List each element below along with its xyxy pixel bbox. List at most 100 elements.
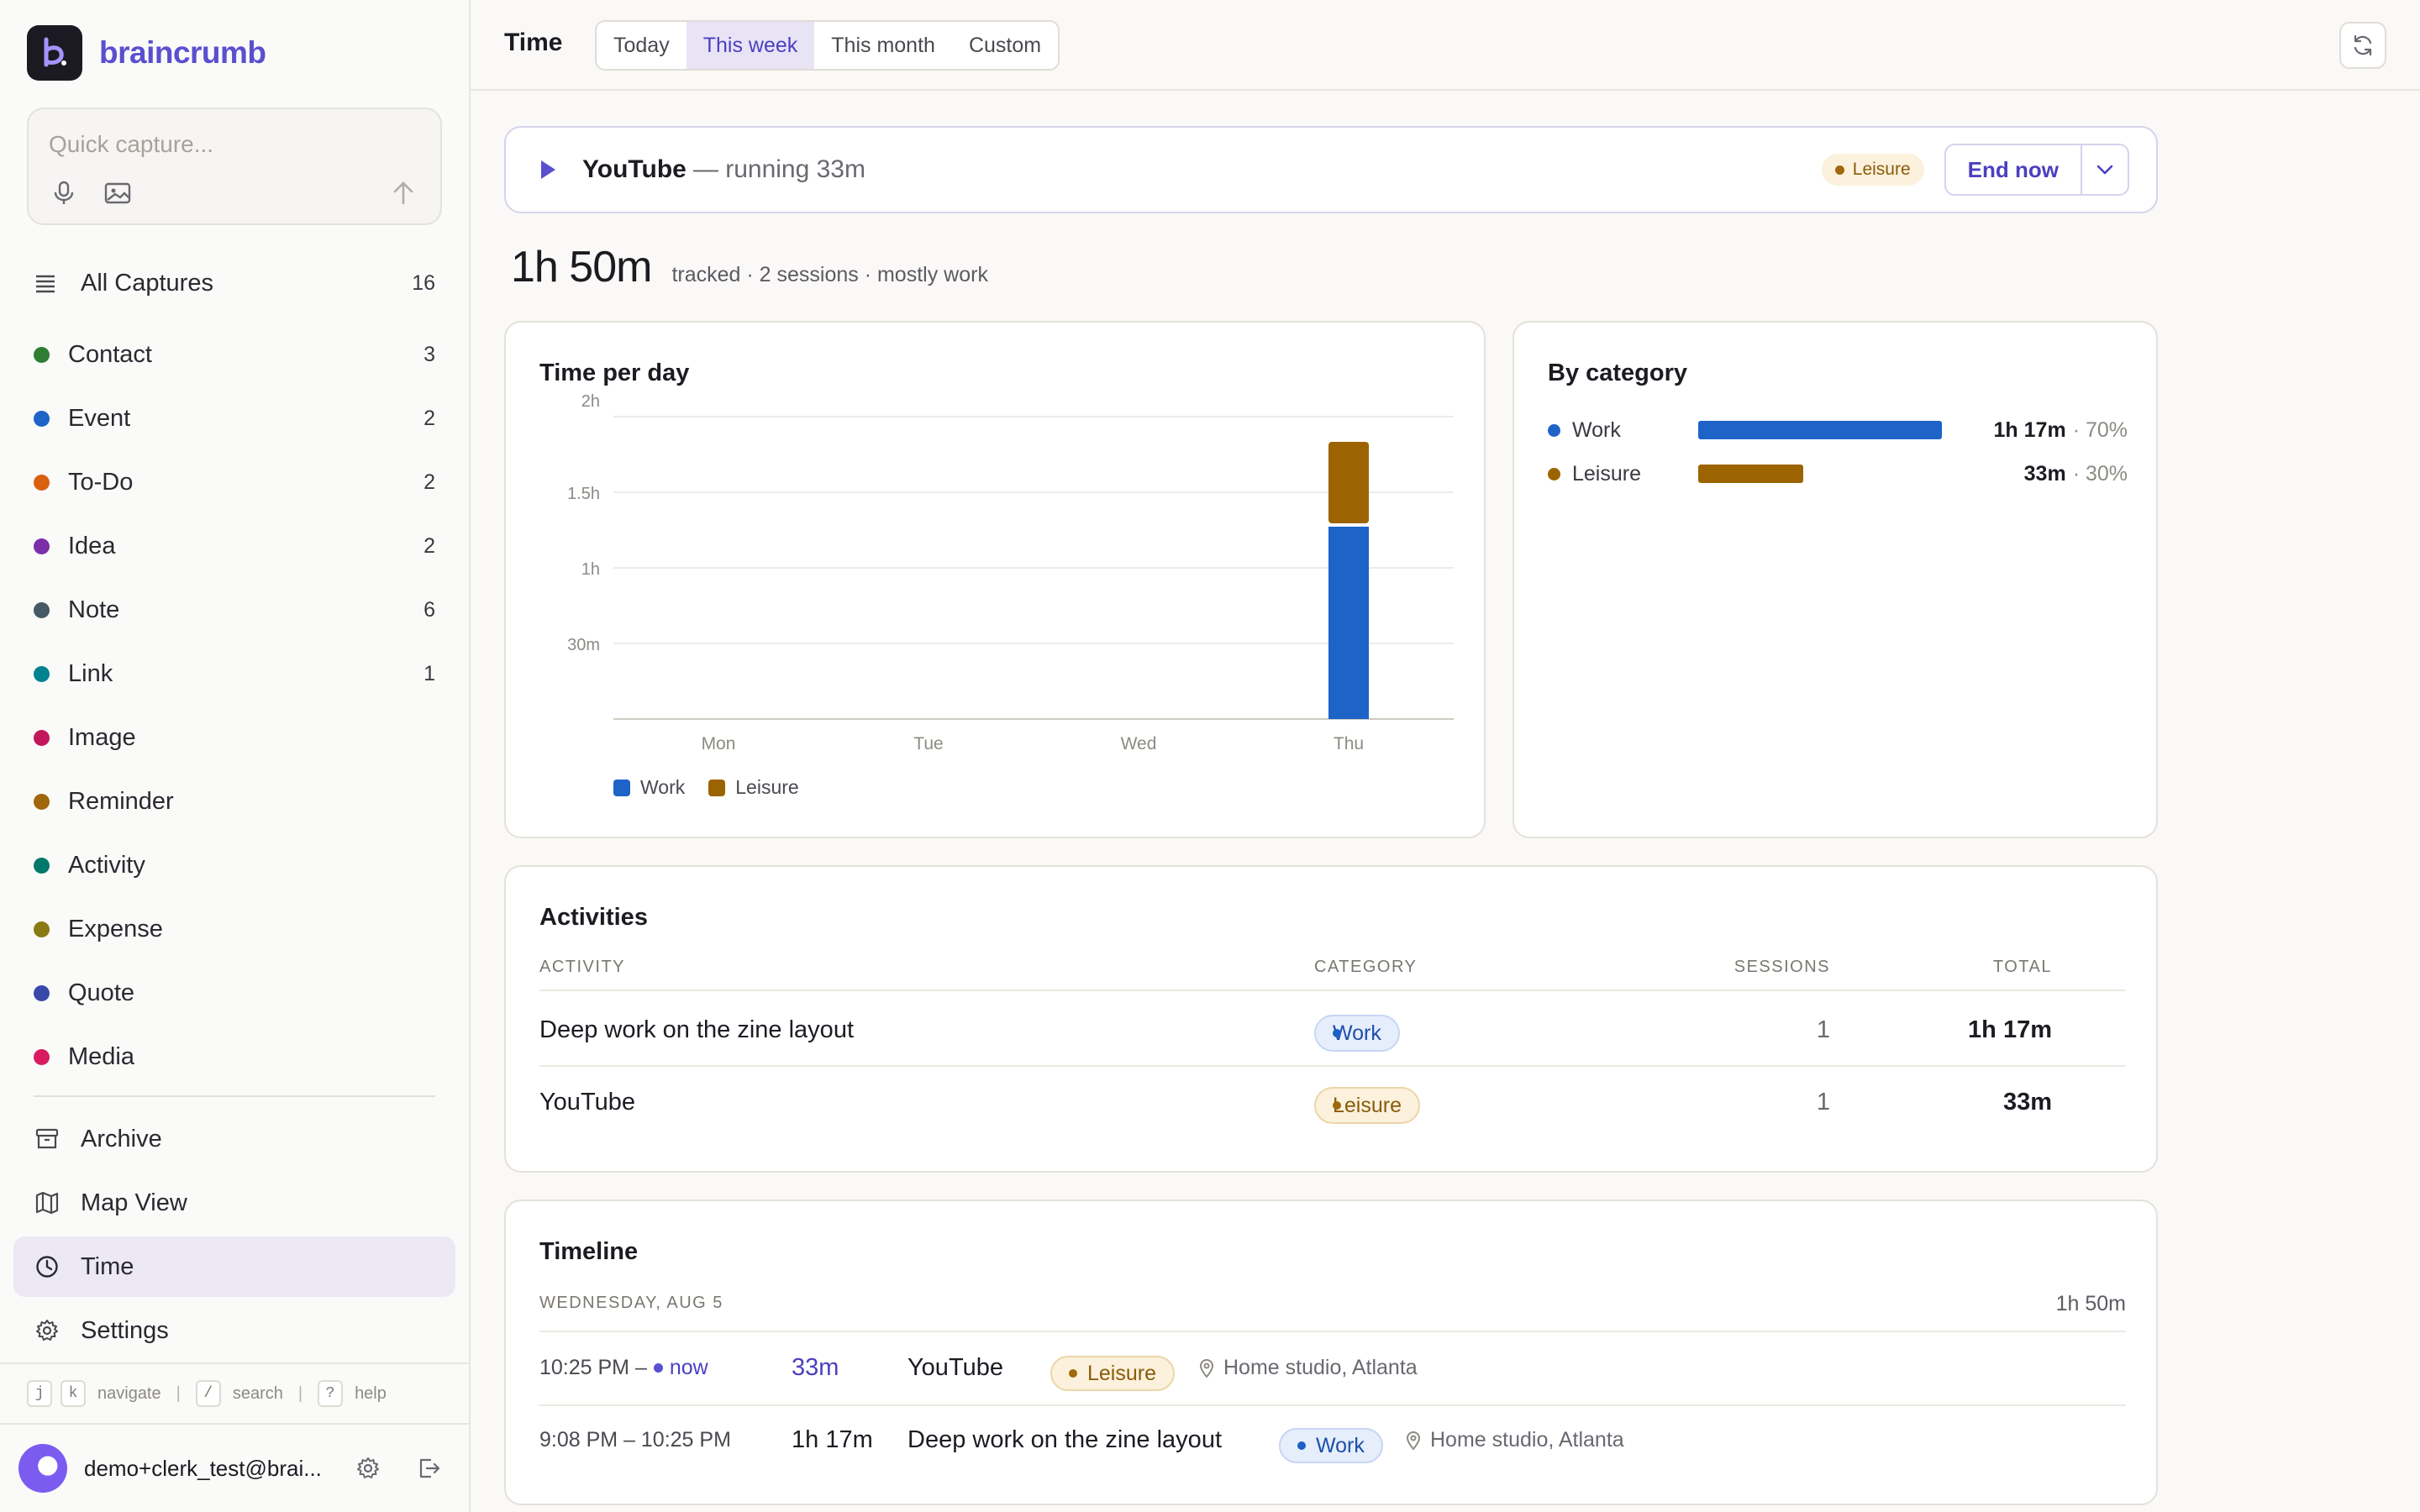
category-label: Media [68,1042,134,1070]
settings-gear-icon[interactable] [356,1457,380,1480]
kbd-k: k [60,1380,86,1407]
sidebar-item-archive[interactable]: Archive [13,1109,455,1169]
nav-label: Time [81,1252,134,1280]
x-tick-label: Thu [1334,734,1364,753]
legend-work: Work [613,776,685,799]
category-dot [34,601,50,618]
location-pin-icon [1406,1431,1421,1451]
sidebar-item-all-captures[interactable]: All Captures 16 [13,256,455,310]
quick-capture-input[interactable] [49,126,418,163]
category-dot [34,474,50,491]
tracked-detail: tracked · 2 sessions · mostly work [671,263,988,286]
sidebar-item-map-view[interactable]: Map View [13,1173,455,1233]
sidebar-item-reminder[interactable]: Reminder [13,769,455,833]
category-tag: Work [1314,1015,1400,1052]
entry-time-range: 9:08 PM – 10:25 PM [539,1428,731,1452]
category-dot [34,857,50,874]
secondary-nav: Archive Map View Time Settings [13,1109,455,1364]
col-category: CATEGORY [1314,958,1418,976]
timeline-title: Timeline [539,1238,639,1265]
shortcut-navigate: navigate [97,1383,161,1403]
entry-location-label: Home studio, Atlanta [1223,1356,1418,1379]
map-icon [35,1191,59,1215]
gear-icon [36,1320,58,1341]
timeline-entry[interactable]: 9:08 PM – 10:25 PM 1h 17m Deep work on t… [539,1406,2126,1478]
end-now-button[interactable]: End now [1946,145,2082,194]
sidebar-item-idea[interactable]: Idea 2 [13,514,455,578]
running-activity-banner: YouTube — running 33m Leisure End now [504,126,2158,213]
category-name: Work [1572,417,1621,442]
archive-icon [35,1128,59,1149]
sidebar-item-activity[interactable]: Activity [13,833,455,897]
sidebar-item-time[interactable]: Time [13,1236,455,1297]
brand[interactable]: braincrumb [27,25,266,81]
category-label: Idea [68,532,116,559]
timeline-entry[interactable]: 10:25 PM – now 33m YouTube Leisure Home s… [539,1334,2126,1406]
category-row-work: Work 1h 17m · 70% [1548,415,2128,445]
entry-name: YouTube [908,1354,1003,1381]
category-label: Note [68,596,120,623]
all-captures-count: 16 [412,270,435,295]
category-bar-work [1698,421,1942,439]
sidebar: braincrumb All Captures 16 Contact3 Even… [0,0,471,1512]
category-bar-leisure [1698,465,1803,483]
legend-leisure: Leisure [708,776,799,799]
user-email: demo+clerk_test@brai... [84,1455,322,1481]
category-dot [34,793,50,810]
by-category-card: By category Work 1h 17m · 70% Leisure 33… [1512,321,2158,838]
category-dot [1548,423,1560,437]
user-bar: demo+clerk_test@brai... [0,1423,469,1512]
category-tag-label: Work [1316,1433,1365,1457]
image-icon[interactable] [99,175,136,212]
entry-name: Deep work on the zine layout [908,1426,1222,1453]
category-dot [1548,467,1560,480]
avatar[interactable] [18,1444,67,1493]
sidebar-item-settings[interactable]: Settings [13,1300,455,1361]
sidebar-item-contact[interactable]: Contact 3 [13,323,455,386]
refresh-button[interactable] [2339,22,2386,69]
running-category-label: Leisure [1852,160,1911,179]
category-label: Event [68,404,131,432]
range-today[interactable]: Today [597,22,687,69]
legend-leisure-label: Leisure [735,776,799,798]
braincrumb-logo-icon [27,25,82,81]
category-list: Contact 3 Event 2 To-Do 2 Idea 2 Note 6 Link 1… [13,323,455,1089]
shortcut-separator: | [297,1383,303,1403]
sidebar-item-quote[interactable]: Quote [13,961,455,1025]
entry-duration: 1h 17m [792,1426,873,1453]
end-options-button[interactable] [2082,145,2128,194]
category-count: 2 [424,533,435,558]
microphone-icon[interactable] [45,175,82,212]
sidebar-item-todo[interactable]: To-Do 2 [13,450,455,514]
play-icon [541,160,555,179]
table-row[interactable]: YouTube Leisure 1 33m [539,1067,2126,1139]
category-count: 2 [424,470,435,494]
range-this-week[interactable]: This week [686,22,815,69]
sidebar-item-event[interactable]: Event 2 [13,386,455,450]
sessions-count: 1 [1816,1016,1830,1043]
category-label: To-Do [68,468,134,496]
send-arrow-icon[interactable] [385,175,422,212]
category-percent: · 30% [2072,461,2128,486]
tracked-summary: 1h 50m tracked · 2 sessions · mostly wor… [511,242,988,292]
activities-card: Activities ACTIVITY CATEGORY SESSIONS TO… [504,865,2158,1173]
sidebar-item-note[interactable]: Note 6 [13,578,455,642]
category-count: 1 [424,661,435,685]
sidebar-item-expense[interactable]: Expense [13,897,455,961]
total-time: 1h 17m [1968,1016,2052,1043]
category-row-leisure: Leisure 33m · 30% [1548,459,2128,489]
sign-out-icon[interactable] [417,1457,440,1480]
chart-legend: Work Leisure [613,776,823,799]
category-label: Image [68,723,136,751]
sidebar-item-media[interactable]: Media [13,1025,455,1089]
timeline-card: Timeline WEDNESDAY, AUG 5 1h 50m 10:25 P… [504,1200,2158,1505]
category-count: 3 [424,342,435,366]
sidebar-item-link[interactable]: Link 1 [13,642,455,706]
activity-name: Deep work on the zine layout [539,1016,854,1043]
table-row[interactable]: Deep work on the zine layout Work 1 1h 1… [539,995,2126,1067]
y-tick-label: 2h [581,392,600,411]
timeline-day: WEDNESDAY, AUG 5 [539,1294,723,1312]
range-this-month[interactable]: This month [814,22,952,69]
range-custom[interactable]: Custom [952,22,1058,69]
sidebar-item-image[interactable]: Image [13,706,455,769]
